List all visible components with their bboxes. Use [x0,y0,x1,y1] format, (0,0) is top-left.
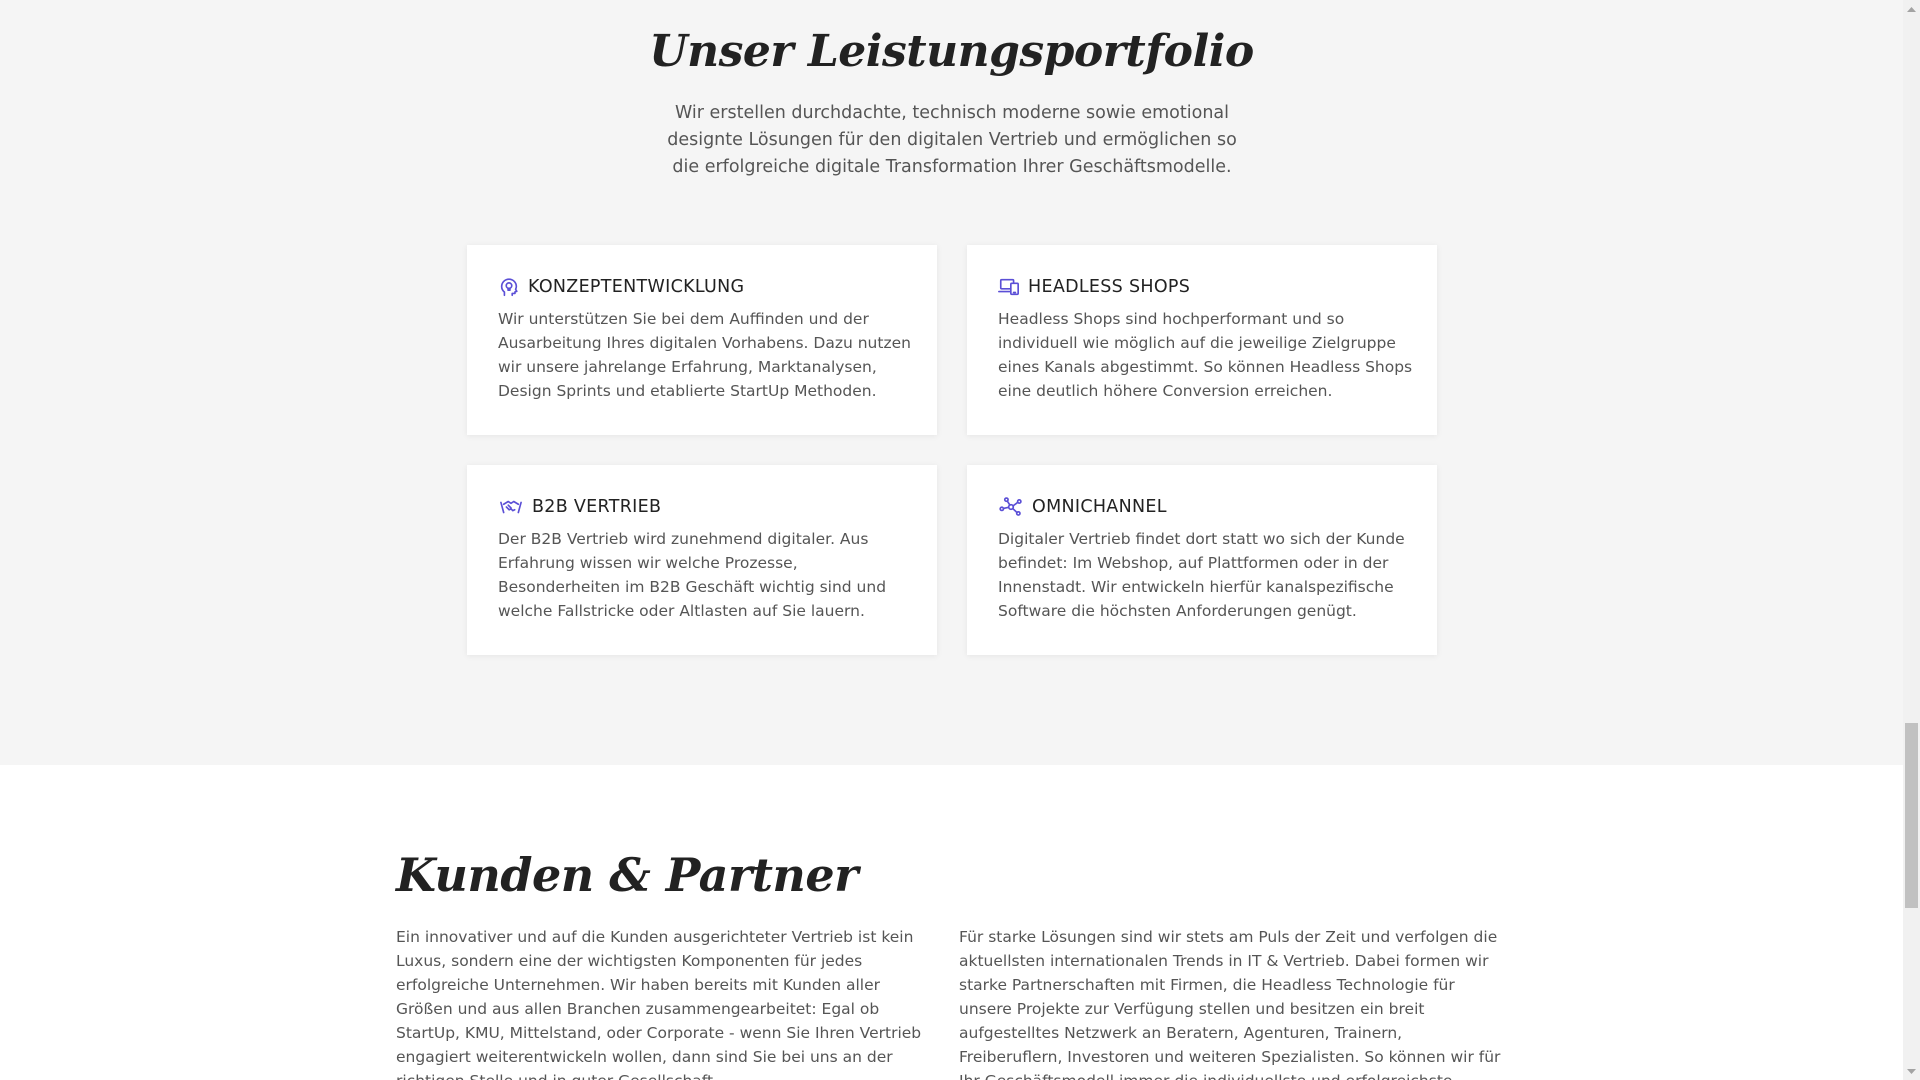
card-header: OMNICHANNEL [998,496,1167,518]
scroll-up-arrow-icon[interactable] [1903,0,1920,17]
card-text: Headless Shops sind hochperformant und s… [998,310,1413,400]
card-header: KONZEPTENTWICKLUNG [498,276,744,298]
partners-right-text: Für starke Lösungen sind wir stets am Pu… [959,928,1501,1080]
card-title: B2B VERTRIEB [532,497,662,517]
card-text: Digitaler Vertrieb findet dort statt wo … [998,530,1405,620]
card-title: KONZEPTENTWICKLUNG [528,277,745,297]
service-card-headless-shops: HEADLESS SHOPS Headless Shops sind hochp… [967,245,1437,435]
card-title: OMNICHANNEL [1032,497,1167,517]
network-icon [998,496,1024,518]
service-card-konzeptentwicklung: KONZEPTENTWICKLUNG Wir unterstützen Sie … [467,245,937,435]
card-header: B2B VERTRIEB [498,496,661,518]
vertical-scrollbar[interactable] [1903,0,1920,1080]
portfolio-section: Unser Leistungsportfolio Wir erstellen d… [0,0,1903,765]
card-header: HEADLESS SHOPS [998,276,1190,298]
partners-left-text: Ein innovativer und auf die Kunden ausge… [396,928,922,1080]
portfolio-intro: Wir erstellen durchdachte, technisch mod… [667,103,1237,177]
service-card-omnichannel: OMNICHANNEL Digitaler Vertrieb findet do… [967,465,1437,655]
lightbulb-head-icon [498,276,520,298]
handshake-icon [498,496,524,518]
card-title: HEADLESS SHOPS [1028,277,1191,297]
scrollbar-thumb[interactable] [1905,723,1918,908]
portfolio-title: Unser Leistungsportfolio [649,26,1254,77]
devices-icon [998,276,1020,298]
scroll-down-arrow-icon[interactable] [1903,1063,1920,1080]
partners-title: Kunden & Partner [396,848,858,902]
service-card-b2b-vertrieb: B2B VERTRIEB Der B2B Vertrieb wird zuneh… [467,465,937,655]
card-text: Der B2B Vertrieb wird zunehmend digitale… [498,530,887,620]
page-viewport: Unser Leistungsportfolio Wir erstellen d… [0,0,1903,1080]
card-text: Wir unterstützen Sie bei dem Auffinden u… [498,310,911,400]
